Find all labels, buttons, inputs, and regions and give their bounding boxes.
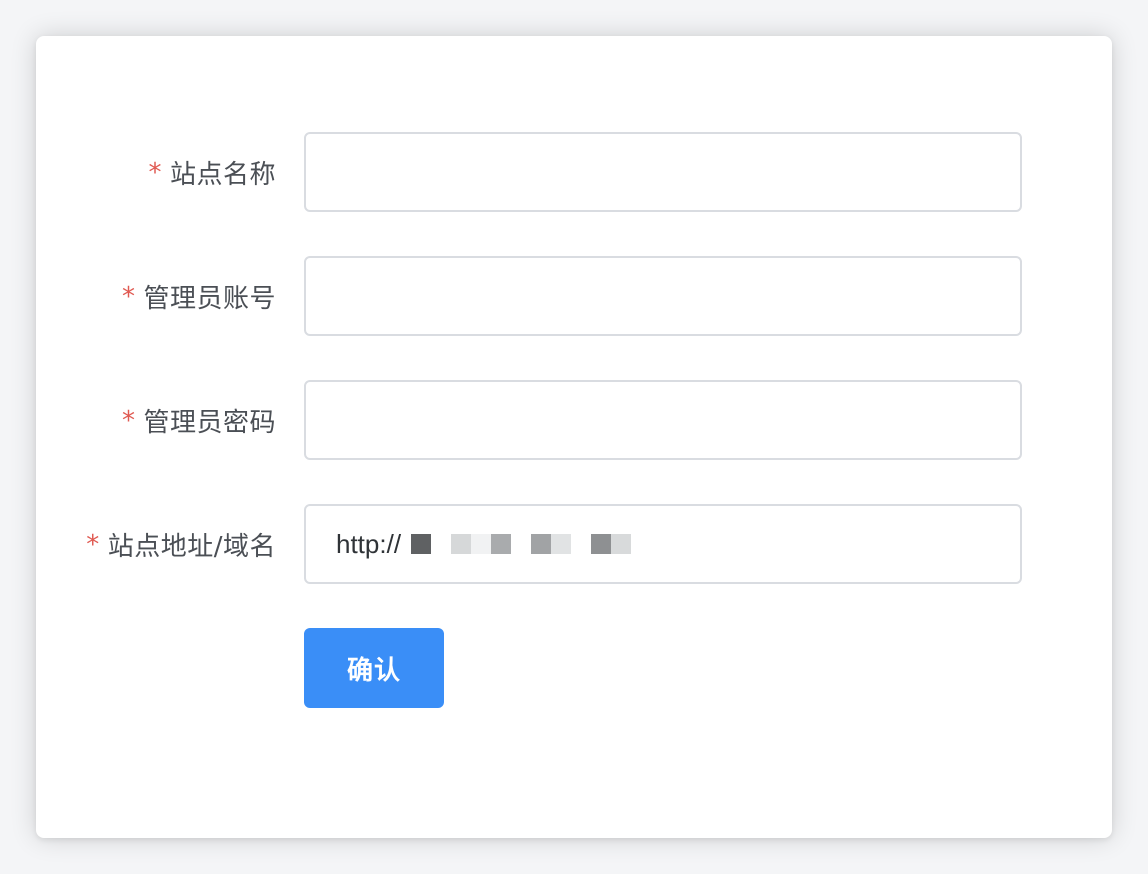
required-asterisk: * [148, 158, 162, 188]
site-name-input[interactable] [304, 132, 1022, 212]
page: * 站点名称 * 管理员账号 * 管理员密码 * 站点地址/域名 http://… [0, 0, 1148, 874]
field-label-admin-account: * 管理员账号 [122, 256, 276, 336]
label-text: 管理员密码 [143, 407, 276, 438]
input-value: http:// [336, 528, 402, 559]
form-row-site-name: * 站点名称 [36, 132, 1112, 212]
field-label-site-name: * 站点名称 [148, 132, 276, 212]
redacted-mosaic [411, 533, 632, 555]
required-asterisk: * [121, 282, 136, 312]
form-row-site-url: * 站点地址/域名 http:// [36, 504, 1112, 584]
site-url-input[interactable]: http:// [304, 504, 1022, 584]
confirm-button[interactable]: 确认 [304, 628, 444, 708]
admin-account-input[interactable] [304, 256, 1022, 336]
label-text: 站点名称 [169, 159, 276, 190]
required-asterisk: * [86, 530, 100, 560]
required-asterisk: * [121, 406, 136, 436]
form-row-admin-account: * 管理员账号 [36, 256, 1112, 336]
form-row-admin-password: * 管理员密码 [36, 380, 1112, 460]
field-label-admin-password: * 管理员密码 [122, 380, 276, 460]
field-label-site-url: * 站点地址/域名 [86, 504, 276, 584]
label-text: 管理员账号 [143, 283, 276, 314]
label-text: 站点地址/域名 [107, 531, 276, 562]
form-card: * 站点名称 * 管理员账号 * 管理员密码 * 站点地址/域名 http://… [36, 36, 1112, 838]
admin-password-input[interactable] [304, 380, 1022, 460]
